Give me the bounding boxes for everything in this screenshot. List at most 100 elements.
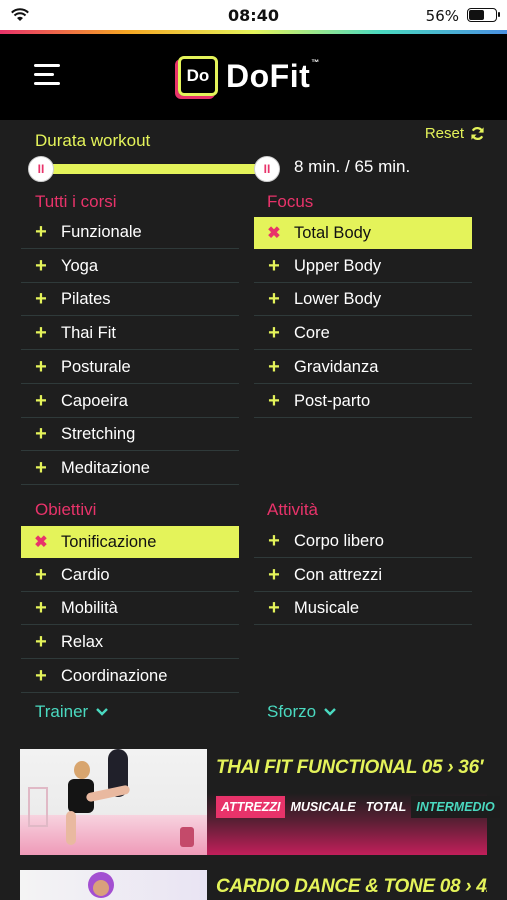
obiettivi-option[interactable]: + Coordinazione	[21, 661, 239, 693]
focus-option-label: Total Body	[294, 223, 372, 242]
workout-thumbnail	[20, 870, 207, 900]
plus-icon: +	[268, 254, 280, 277]
focus-option-label: Gravidanza	[294, 357, 379, 376]
plus-icon: +	[268, 288, 280, 311]
corsi-option-label: Stretching	[61, 425, 136, 444]
chevron-down-icon	[324, 708, 336, 716]
corsi-title: Tutti i corsi	[35, 192, 117, 211]
duration-value: 8 min. / 65 min.	[294, 157, 411, 176]
focus-option[interactable]: + Core	[254, 318, 472, 351]
obiettivi-option[interactable]: ✖ Tonificazione	[21, 526, 239, 558]
tag: ATTREZZI	[216, 796, 286, 818]
focus-option[interactable]: + Upper Body	[254, 251, 472, 283]
obiettivi-option-label: Relax	[61, 633, 104, 652]
pause-icon: II	[37, 162, 45, 176]
corsi-option-label: Funzionale	[61, 223, 142, 241]
obiettivi-option[interactable]: + Mobilità	[21, 593, 239, 626]
plus-icon: +	[35, 664, 47, 687]
corsi-option[interactable]: + Funzionale	[21, 217, 239, 249]
workout-title: THAI FIT FUNCTIONAL 05 › 36′	[216, 757, 484, 778]
plus-icon: +	[35, 322, 47, 345]
attivita-title: Attività	[267, 500, 319, 519]
plus-icon: +	[268, 355, 280, 378]
attivita-option[interactable]: + Corpo libero	[254, 526, 472, 558]
logo-mark: Do	[178, 56, 218, 96]
plus-icon: +	[268, 597, 280, 620]
attivita-option[interactable]: + Con attrezzi	[254, 560, 472, 592]
slider-track	[40, 164, 268, 174]
app-logo: Do DoFit™	[178, 54, 320, 98]
plus-icon: +	[35, 456, 47, 479]
focus-option-label: Lower Body	[294, 290, 382, 309]
focus-option-label: Upper Body	[294, 256, 382, 275]
corsi-option[interactable]: + Thai Fit	[21, 318, 239, 351]
corsi-option-label: Posturale	[61, 357, 131, 376]
attivita-option-label: Musicale	[294, 599, 360, 618]
plus-icon: +	[268, 530, 280, 552]
remove-icon: ✖	[267, 225, 281, 242]
app-header: Do DoFit™	[0, 34, 507, 120]
workout-thumbnail	[20, 749, 207, 855]
obiettivi-option-label: Tonificazione	[61, 532, 157, 551]
plus-icon: +	[35, 389, 47, 412]
corsi-option-label: Meditazione	[61, 458, 150, 477]
remove-icon: ✖	[34, 534, 48, 551]
focus-option-label: Core	[294, 324, 330, 343]
obiettivi-option[interactable]: + Cardio	[21, 560, 239, 592]
duration-slider[interactable]: II II	[28, 156, 280, 182]
plus-icon: +	[268, 389, 280, 412]
attivita-option-label: Corpo libero	[294, 532, 384, 550]
corsi-option-label: Pilates	[61, 290, 111, 309]
obiettivi-option-label: Cardio	[61, 565, 110, 584]
focus-option[interactable]: + Lower Body	[254, 284, 472, 317]
focus-title: Focus	[267, 192, 314, 211]
plus-icon: +	[35, 423, 47, 446]
focus-option[interactable]: ✖ Total Body	[254, 217, 472, 249]
status-bar: 08:40 56%	[0, 0, 507, 30]
focus-option-label: Post-parto	[294, 391, 371, 410]
corsi-option[interactable]: + Meditazione	[21, 453, 239, 485]
workout-card[interactable]: THAI FIT FUNCTIONAL 05 › 36′ ATTREZZI MU…	[20, 749, 500, 855]
plus-icon: +	[35, 221, 47, 243]
tag: INTERMEDIO	[411, 796, 500, 818]
corsi-option[interactable]: + Pilates	[21, 284, 239, 317]
battery-percent: 56%	[425, 7, 459, 25]
focus-option[interactable]: + Post-parto	[254, 386, 472, 418]
corsi-option-label: Thai Fit	[61, 324, 117, 343]
plus-icon: +	[268, 322, 280, 345]
workout-tags: ATTREZZI MUSICALE TOTAL INTERMEDIO	[216, 796, 500, 818]
focus-option[interactable]: + Gravidanza	[254, 352, 472, 384]
durata-title: Durata workout	[35, 131, 151, 150]
chevron-down-icon	[96, 708, 109, 716]
obiettivi-option[interactable]: + Relax	[21, 627, 239, 660]
attivita-option[interactable]: + Musicale	[254, 593, 472, 626]
corsi-option[interactable]: + Posturale	[21, 352, 239, 384]
tag: TOTAL	[365, 800, 407, 814]
plus-icon: +	[35, 254, 47, 277]
tag: MUSICALE	[290, 800, 356, 814]
obiettivi-option-label: Coordinazione	[61, 666, 168, 685]
battery-icon	[467, 8, 500, 22]
workout-card[interactable]: CARDIO DANCE & TONE 08 › 42′	[20, 870, 487, 900]
corsi-option[interactable]: + Stretching	[21, 419, 239, 452]
corsi-option-label: Yoga	[61, 256, 99, 275]
plus-icon: +	[268, 563, 280, 586]
corsi-option[interactable]: + Capoeira	[21, 386, 239, 418]
slider-max-handle[interactable]: II	[254, 156, 280, 182]
plus-icon: +	[35, 597, 47, 620]
hamburger-menu-icon[interactable]	[34, 64, 60, 86]
pause-icon: II	[263, 162, 271, 176]
corsi-option-label: Capoeira	[61, 391, 128, 410]
plus-icon: +	[35, 631, 47, 654]
obiettivi-title: Obiettivi	[35, 500, 97, 519]
logo-name: DoFit™	[226, 57, 320, 94]
plus-icon: +	[35, 355, 47, 378]
attivita-option-label: Con attrezzi	[294, 565, 383, 584]
reset-button[interactable]: Reset	[425, 125, 485, 142]
sforzo-dropdown[interactable]: Sforzo	[267, 702, 336, 722]
plus-icon: +	[35, 288, 47, 311]
trainer-dropdown[interactable]: Trainer	[35, 702, 109, 722]
refresh-icon	[471, 126, 484, 141]
corsi-option[interactable]: + Yoga	[21, 251, 239, 283]
slider-min-handle[interactable]: II	[28, 156, 54, 182]
